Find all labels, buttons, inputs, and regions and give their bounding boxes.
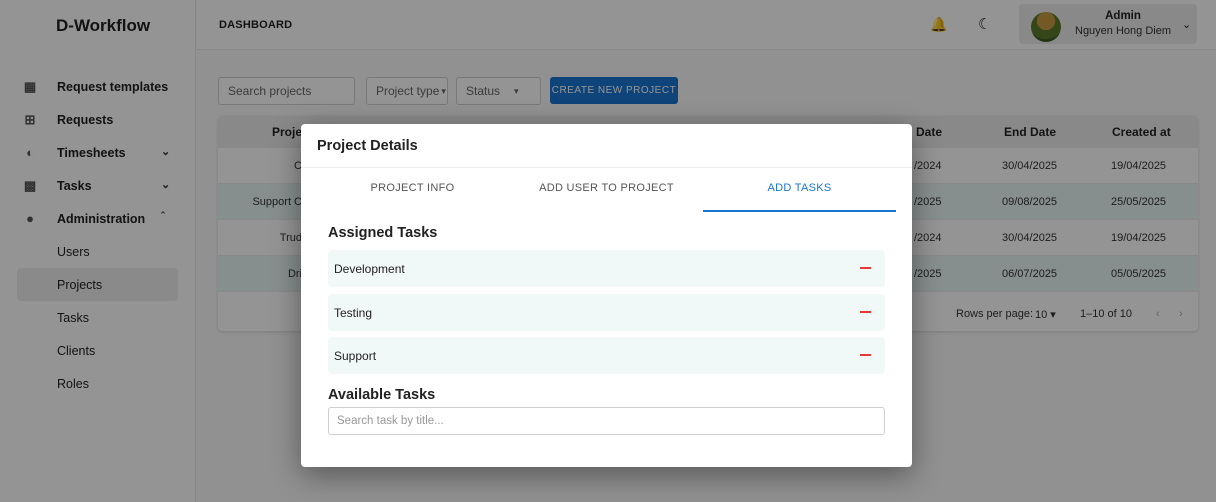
project-details-dialog: Project Details PROJECT INFO ADD USER TO…	[301, 124, 912, 467]
dialog-title: Project Details	[317, 138, 418, 154]
tab-label: PROJECT INFO	[370, 182, 455, 194]
assigned-task-row: Development	[328, 250, 885, 287]
task-name: Development	[334, 262, 405, 276]
assigned-task-row: Testing	[328, 294, 885, 331]
tab-project-info[interactable]: PROJECT INFO	[315, 182, 510, 212]
task-name: Support	[334, 349, 377, 363]
tab-add-user-to-project[interactable]: ADD USER TO PROJECT	[510, 182, 703, 212]
divider	[301, 167, 912, 168]
available-tasks-title: Available Tasks	[328, 387, 436, 403]
tab-label: ADD USER TO PROJECT	[539, 182, 674, 194]
remove-icon[interactable]	[860, 267, 871, 269]
assigned-tasks-title: Assigned Tasks	[328, 225, 438, 241]
task-name: Testing	[334, 306, 373, 320]
tab-add-tasks[interactable]: ADD TASKS	[703, 182, 896, 212]
remove-icon[interactable]	[860, 354, 871, 356]
assigned-task-row: Support	[328, 337, 885, 374]
tab-label: ADD TASKS	[767, 182, 832, 194]
remove-icon[interactable]	[860, 311, 871, 313]
search-task-input[interactable]	[328, 407, 885, 435]
